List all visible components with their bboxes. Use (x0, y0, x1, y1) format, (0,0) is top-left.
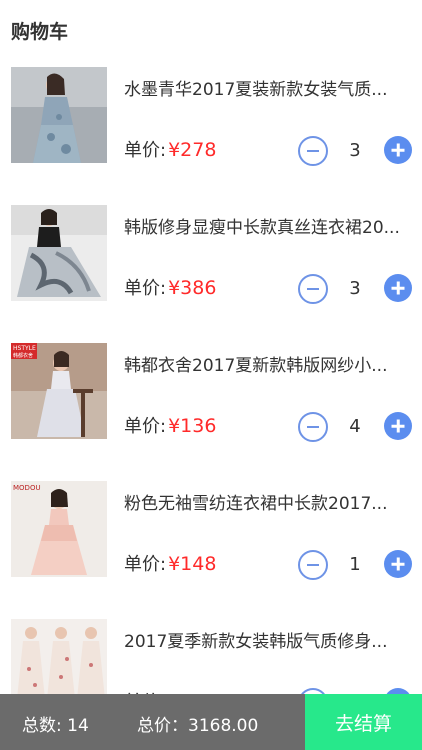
cart-item[interactable]: HSTYLE 韩都衣舍 韩都衣舍2017夏新款韩版网纱小... 单价: ¥136… (0, 336, 422, 474)
quantity-stepper: 3 (298, 136, 414, 166)
unit-price: ¥148 (168, 553, 217, 575)
quantity-value: 3 (349, 278, 361, 299)
checkout-button[interactable]: 去结算 (305, 694, 422, 750)
product-image-dress-4: MODOU (11, 481, 107, 577)
cart-item[interactable]: 韩版修身显瘦中长款真丝连衣裙20... 单价: ¥386 3 (0, 198, 422, 336)
quantity-value: 1 (349, 554, 361, 575)
unit-price: ¥386 (168, 277, 217, 299)
price-label: 单价: (124, 278, 167, 299)
product-title[interactable]: 韩都衣舍2017夏新款韩版网纱小... (124, 351, 404, 376)
quantity-stepper: 3 (298, 274, 414, 304)
decrease-button[interactable] (298, 274, 328, 304)
product-title[interactable]: 水墨青华2017夏装新款女装气质... (124, 75, 404, 100)
total-count: 总数: 14 (22, 716, 89, 736)
product-image (11, 205, 107, 301)
product-image: MODOU (11, 481, 107, 577)
brand-logo-text: MODOU (13, 484, 41, 492)
price-label: 单价: (124, 140, 167, 161)
price-label: 单价: (124, 416, 167, 437)
unit-price: ¥278 (168, 139, 217, 161)
page-title: 购物车 (11, 20, 69, 43)
product-image: HSTYLE 韩都衣舍 (11, 343, 107, 439)
product-image-dress-3: HSTYLE 韩都衣舍 (11, 343, 107, 439)
quantity-value: 4 (349, 416, 361, 437)
quantity-value: 3 (349, 140, 361, 161)
brand-logo-text: HSTYLE (13, 345, 36, 352)
product-image-dress-1 (11, 67, 107, 163)
quantity-stepper: 1 (298, 550, 414, 580)
price-row: 单价: ¥148 (124, 550, 216, 576)
price-row: 单价: ¥386 (124, 274, 216, 300)
brand-logo-subtext: 韩都衣舍 (13, 352, 33, 359)
product-title[interactable]: 粉色无袖雪纺连衣裙中长款2017... (124, 489, 404, 514)
quantity-stepper: 4 (298, 412, 414, 442)
increase-button[interactable] (384, 412, 412, 440)
increase-button[interactable] (384, 274, 412, 302)
total-price: 总价：3168.00 (137, 716, 259, 736)
cart-item[interactable]: MODOU 粉色无袖雪纺连衣裙中长款2017... 单价: ¥148 1 (0, 474, 422, 612)
price-label: 单价: (124, 554, 167, 575)
unit-price: ¥136 (168, 415, 217, 437)
increase-button[interactable] (384, 136, 412, 164)
product-image-dress-2 (11, 205, 107, 301)
product-image (11, 67, 107, 163)
price-row: 单价: ¥278 (124, 136, 216, 162)
checkout-bar: 总数: 14 总价：3168.00 去结算 (0, 694, 422, 750)
header: 购物车 (0, 0, 422, 60)
product-title[interactable]: 2017夏季新款女装韩版气质修身... (124, 627, 404, 652)
decrease-button[interactable] (298, 412, 328, 442)
price-row: 单价: ¥136 (124, 412, 216, 438)
decrease-button[interactable] (298, 550, 328, 580)
increase-button[interactable] (384, 550, 412, 578)
cart-item[interactable]: 水墨青华2017夏装新款女装气质... 单价: ¥278 3 (0, 60, 422, 198)
decrease-button[interactable] (298, 136, 328, 166)
product-title[interactable]: 韩版修身显瘦中长款真丝连衣裙20... (124, 213, 404, 238)
